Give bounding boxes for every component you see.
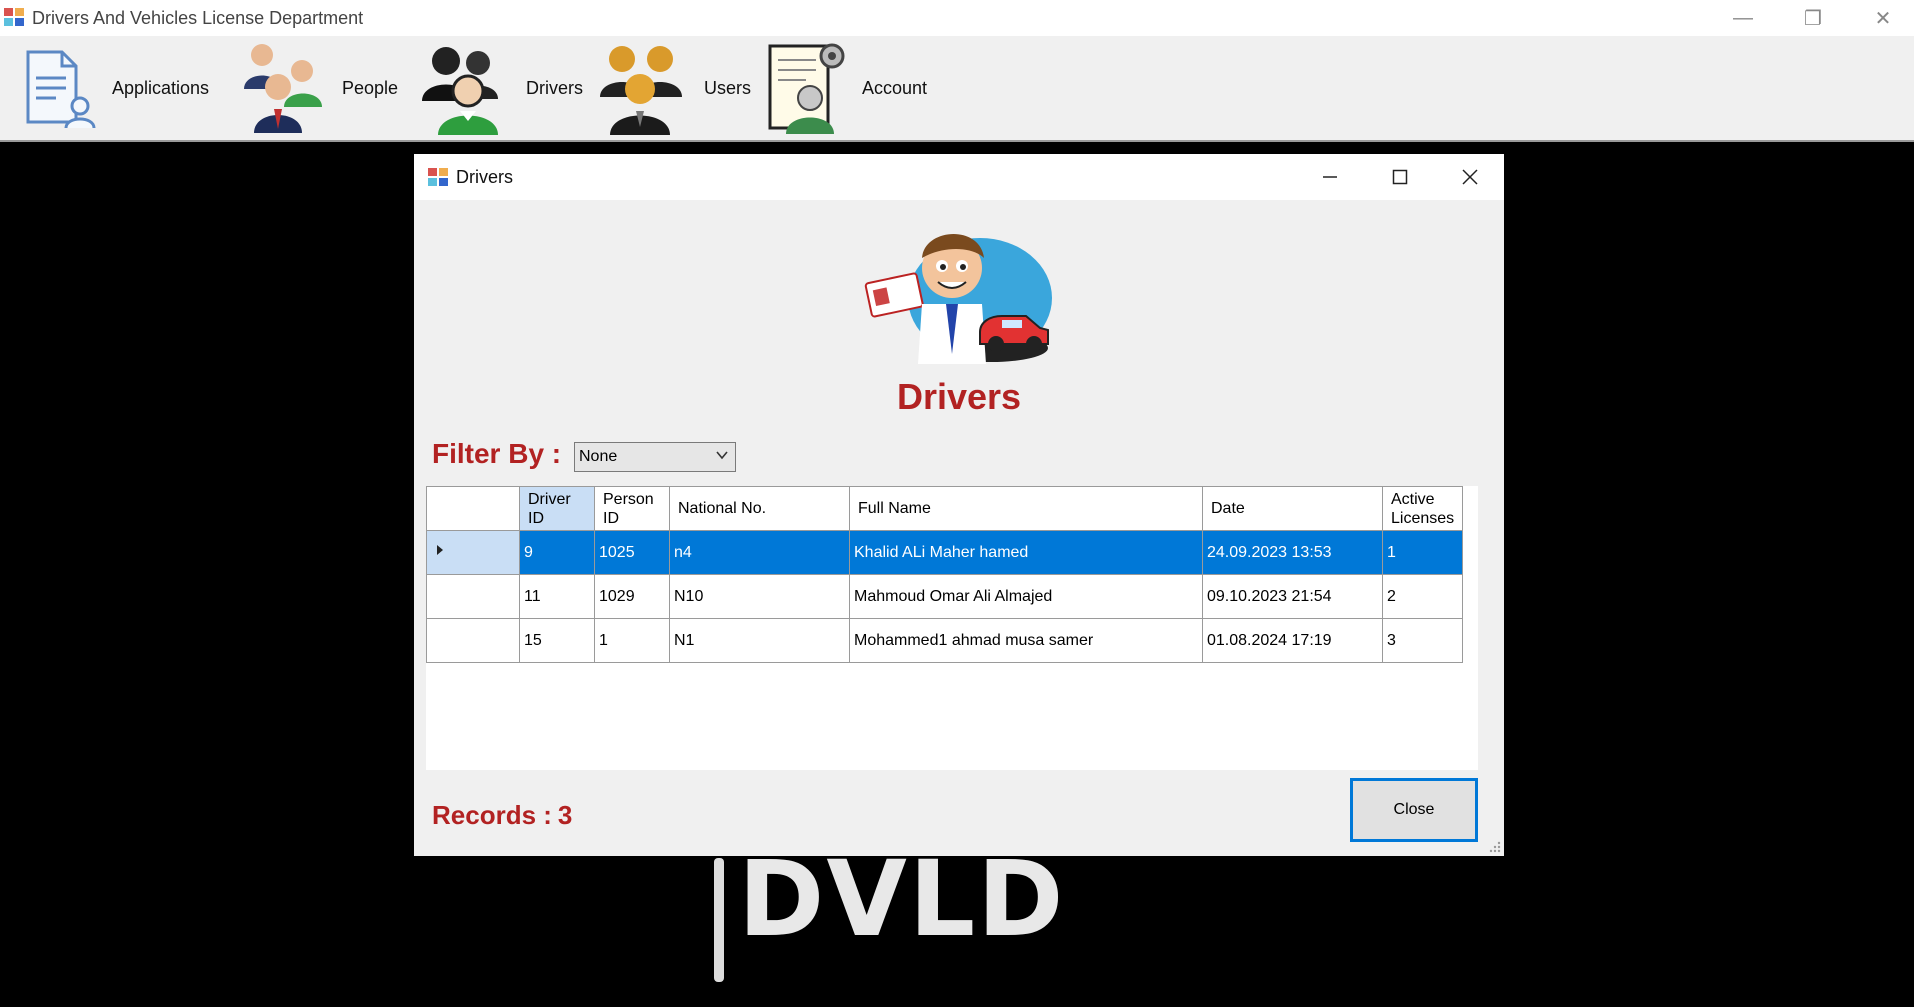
dialog-app-icon [428,168,448,186]
row-header-corner [426,486,520,531]
applications-document-icon [26,50,96,129]
records-count: Records :3 [432,800,572,831]
app-title: Drivers And Vehicles License Department [32,8,364,28]
cell-date[interactable]: 01.08.2024 17:19 [1202,618,1383,663]
drivers-people-icon [422,47,498,135]
table-row[interactable]: 9 1025 n4 Khalid ALi Maher hamed 24.09.2… [426,530,1464,575]
filter-dropdown-value: None [579,448,618,465]
cell-active-licenses[interactable]: 1 [1381,530,1464,575]
filter-dropdown[interactable]: None [574,442,736,472]
table-row[interactable]: 11 1029 N10 Mahmoud Omar Ali Almajed 09.… [426,574,1464,619]
dialog-minimize-button[interactable] [1298,154,1362,200]
menu-people-label: People [342,77,399,98]
people-group-icon [244,44,322,133]
cell-driver-id[interactable]: 11 [519,574,595,619]
row-header-selected[interactable] [426,530,520,575]
menu-users[interactable]: Users [594,40,751,136]
close-button[interactable]: Close [1350,778,1478,842]
menu-users-label: Users [704,77,752,98]
cell-national-no[interactable]: N1 [669,618,850,663]
menu-applications-label: Applications [112,77,210,98]
menu-people[interactable]: People [238,40,398,136]
drivers-dialog: Drivers Drivers Filter By : None Driver … [414,154,1504,856]
records-value: 3 [557,800,573,830]
maximize-icon [1392,169,1408,185]
table-row[interactable]: 15 1 N1 Mohammed1 ahmad musa samer 01.08… [426,618,1464,663]
dialog-heading: Drivers [896,376,1022,417]
chevron-down-icon [716,451,728,460]
menu-drivers-label: Drivers [526,77,583,98]
dialog-titlebar: Drivers [414,154,1504,200]
cell-driver-id[interactable]: 9 [519,530,595,575]
filter-label: Filter By : [432,438,562,469]
current-row-arrow-icon [437,545,443,555]
records-label: Records : [432,800,552,830]
close-icon [1462,169,1478,185]
cell-person-id[interactable]: 1025 [594,530,670,575]
column-header-national-no[interactable]: National No. [669,486,850,531]
dialog-close-x-button[interactable] [1438,154,1502,200]
column-header-person-id[interactable]: Person ID [594,486,670,531]
dialog-maximize-button[interactable] [1368,154,1432,200]
row-header[interactable] [426,574,520,619]
users-group-icon [600,46,682,135]
cell-driver-id[interactable]: 15 [519,618,595,663]
cell-national-no[interactable]: N10 [669,574,850,619]
drivers-table: Driver ID Person ID National No. Full Na… [426,486,1464,663]
app-titlebar: Drivers And Vehicles License Department … [0,0,1914,36]
cell-person-id[interactable]: 1 [594,618,670,663]
app-icon [4,8,24,26]
resize-grip-icon[interactable] [1488,840,1502,854]
menu-applications[interactable]: Applications [22,40,209,136]
drivers-grid[interactable]: Driver ID Person ID National No. Full Na… [426,486,1478,770]
cell-date[interactable]: 24.09.2023 13:53 [1202,530,1383,575]
account-settings-icon [768,43,845,134]
cell-national-no[interactable]: n4 [669,530,850,575]
background-logo: DVLD [738,838,1066,960]
column-header-driver-id[interactable]: Driver ID [519,486,595,531]
cell-date[interactable]: 09.10.2023 21:54 [1202,574,1383,619]
dialog-title: Drivers [456,167,513,187]
cell-active-licenses[interactable]: 2 [1381,574,1464,619]
column-header-active-licenses[interactable]: Active Licenses [1381,486,1464,531]
main-menubar: Applications People Drivers Users Accoun… [0,36,1914,142]
menu-drivers[interactable]: Drivers [416,40,583,136]
column-header-full-name[interactable]: Full Name [849,486,1203,531]
menu-account[interactable]: Account [766,40,927,136]
minimize-button[interactable]: — [1720,0,1766,36]
background-logo-bar [714,858,724,982]
cell-active-licenses[interactable]: 3 [1381,618,1464,663]
column-header-date[interactable]: Date [1202,486,1383,531]
row-header[interactable] [426,618,520,663]
driver-cartoon-image [864,233,1052,364]
cell-full-name[interactable]: Khalid ALi Maher hamed [849,530,1203,575]
grid-header-row: Driver ID Person ID National No. Full Na… [426,486,1464,531]
close-window-button[interactable]: ✕ [1860,0,1906,36]
cell-full-name[interactable]: Mahmoud Omar Ali Almajed [849,574,1203,619]
restore-button[interactable]: ❐ [1790,0,1836,36]
cell-full-name[interactable]: Mohammed1 ahmad musa samer [849,618,1203,663]
cell-person-id[interactable]: 1029 [594,574,670,619]
minimize-icon [1323,176,1337,178]
menu-account-label: Account [862,77,928,98]
